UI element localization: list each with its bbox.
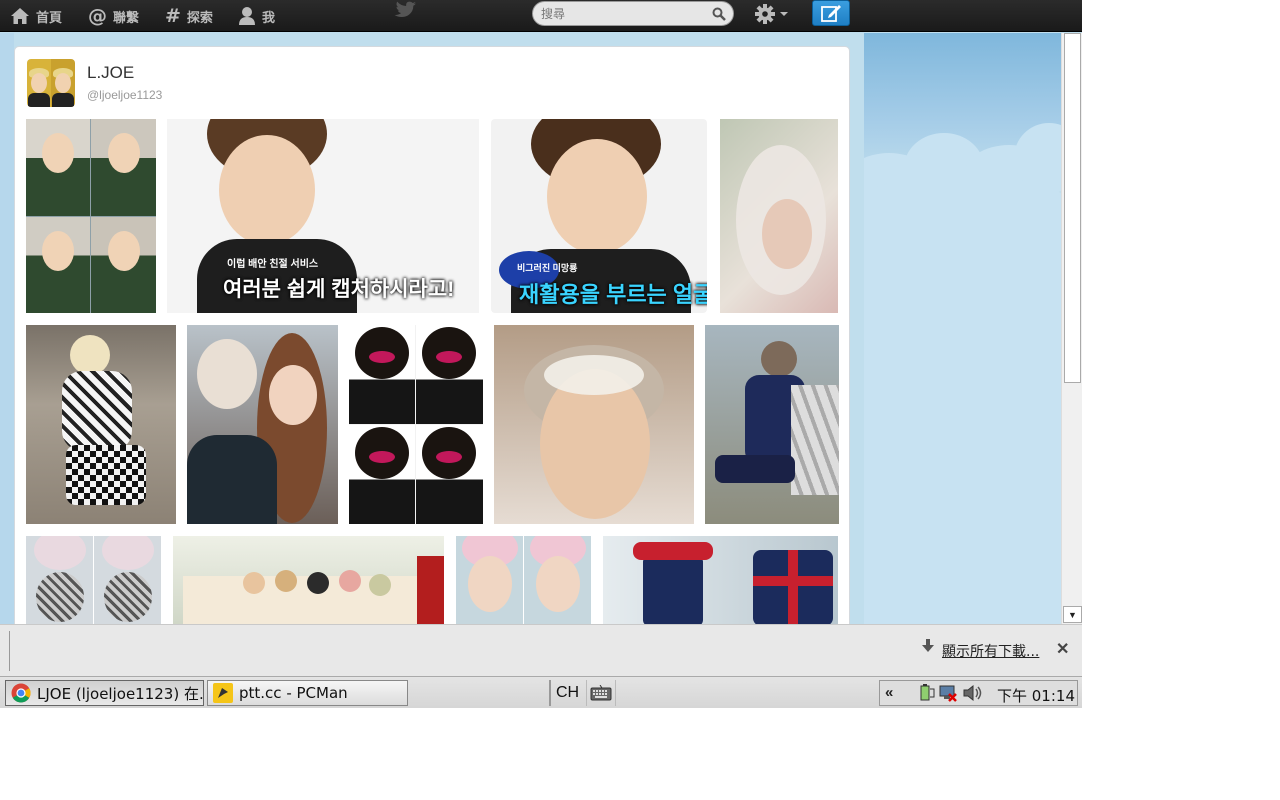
browser-window: 首頁 @ 聯繫 # 探索 我 搜尋 L.JOE @ljoeljoe1123 이럽… — [0, 0, 1082, 708]
nav-me-label: 我 — [262, 10, 276, 26]
scrollbar-thumb[interactable] — [1064, 33, 1081, 383]
nav-home-label: 首頁 — [36, 10, 63, 26]
page-scrollbar[interactable]: ▼ — [1061, 33, 1082, 624]
nav-discover-label: 探索 — [186, 10, 213, 26]
show-hidden-icons-chevron-icon[interactable]: « — [885, 684, 893, 701]
media-thumbnail[interactable] — [705, 325, 839, 524]
system-clock[interactable]: 下午 01:14 — [997, 685, 1075, 706]
nav-discover[interactable]: # 探索 — [165, 0, 213, 32]
download-shelf: 顯示所有下載... ✕ — [0, 624, 1082, 676]
download-item-edge[interactable] — [0, 631, 10, 671]
media-thumbnail[interactable] — [603, 536, 838, 626]
page-background-left — [0, 33, 14, 624]
close-icon[interactable]: ✕ — [1056, 639, 1069, 659]
avatar[interactable] — [27, 59, 75, 107]
media-thumbnail[interactable] — [494, 325, 694, 524]
media-thumbnail[interactable] — [26, 536, 161, 626]
media-thumbnail[interactable] — [187, 325, 338, 524]
media-thumbnail[interactable] — [26, 119, 156, 313]
profile-screen-name[interactable]: @ljoeljoe1123 — [87, 88, 162, 102]
power-icon[interactable] — [918, 684, 936, 702]
photo-caption: 재활용을 부르는 얼굴 — [519, 282, 707, 307]
chrome-icon — [11, 683, 31, 703]
search-box[interactable] — [532, 1, 734, 26]
page-background-clouds — [864, 33, 1061, 624]
top-navigation-bar: 首頁 @ 聯繫 # 探索 我 — [0, 0, 1082, 32]
nav-connect-label: 聯繫 — [113, 10, 140, 26]
media-thumbnail[interactable]: 이럽 배안 친절 서비스 여러분 쉽게 캡처하시라고! — [167, 119, 479, 313]
taskbar-item-chrome[interactable]: LJOE (ljoeljoe1123) 在... — [5, 680, 204, 706]
nav-me[interactable]: 我 — [238, 0, 275, 32]
nav-connect[interactable]: @ 聯繫 — [88, 0, 139, 32]
taskbar-item-pcman[interactable]: ptt.cc - PCMan — [207, 680, 408, 706]
person-icon — [239, 7, 255, 25]
gear-icon — [755, 4, 775, 24]
settings-menu[interactable] — [754, 3, 789, 25]
os-taskbar: LJOE (ljoeljoe1123) 在... ptt.cc - PCMan … — [0, 676, 1082, 708]
photo-caption: 여러분 쉽게 캡처하시라고! — [223, 278, 455, 301]
search-input[interactable] — [541, 5, 706, 23]
keyboard-icon[interactable] — [586, 680, 616, 706]
profile-media-card: L.JOE @ljoeljoe1123 이럽 배안 친절 서비스 여러분 쉽게 … — [14, 46, 850, 646]
media-thumbnail[interactable] — [349, 325, 483, 524]
media-thumbnail[interactable] — [720, 119, 838, 313]
hashtag-icon: # — [165, 4, 181, 27]
show-all-downloads-link[interactable]: 顯示所有下載... — [942, 641, 1039, 661]
taskbar-item-label: LJOE (ljoeljoe1123) 在... — [37, 684, 204, 703]
compose-tweet-button[interactable] — [812, 0, 850, 26]
network-error-icon[interactable] — [938, 684, 958, 702]
download-arrow-icon — [922, 639, 934, 652]
system-tray: « 下午 01:14 — [879, 680, 1078, 706]
media-thumbnail[interactable]: 비그러진 미망룡 재활용을 부르는 얼굴 — [491, 119, 707, 313]
twitter-bird-icon[interactable] — [391, 1, 417, 21]
chevron-down-icon — [780, 12, 788, 16]
taskbar-item-label: ptt.cc - PCMan — [239, 684, 348, 702]
at-icon: @ — [88, 4, 107, 27]
input-method-indicator[interactable]: CH — [549, 680, 584, 706]
nav-home[interactable]: 首頁 — [10, 0, 62, 32]
scroll-down-arrow-icon[interactable]: ▼ — [1063, 606, 1082, 623]
media-thumbnail[interactable] — [173, 536, 444, 626]
pcman-icon — [213, 683, 233, 703]
media-thumbnail[interactable] — [456, 536, 591, 626]
photo-caption-top: 이럽 배안 친절 서비스 — [227, 259, 319, 270]
compose-icon — [821, 5, 841, 22]
media-thumbnail[interactable] — [26, 325, 176, 524]
search-icon[interactable] — [712, 7, 726, 21]
profile-display-name[interactable]: L.JOE — [87, 63, 134, 83]
home-icon — [11, 8, 29, 24]
volume-icon[interactable] — [962, 684, 984, 702]
photo-caption-top: 비그러진 미망룡 — [517, 263, 578, 273]
